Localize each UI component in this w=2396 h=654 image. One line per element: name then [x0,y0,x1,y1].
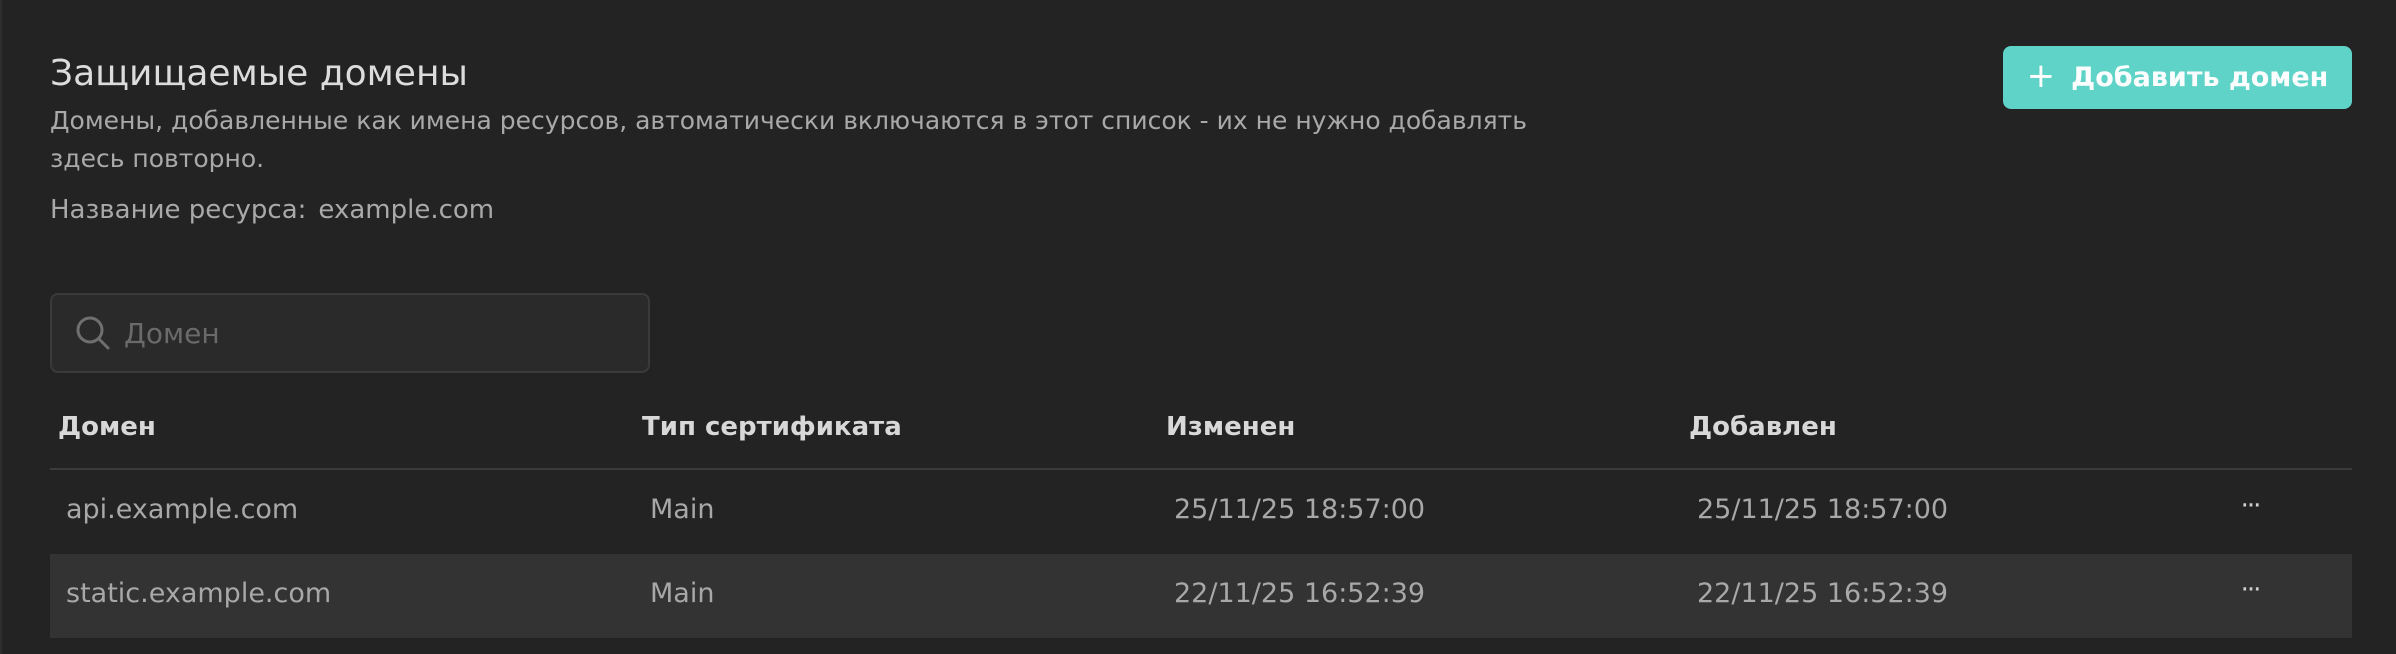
more-actions-icon[interactable]: ··· [2230,486,2270,526]
page-title: Защищаемые домены [50,53,468,94]
table-row[interactable]: api.example.com Main 25/11/25 18:57:00 2… [50,470,2352,554]
column-header-modified[interactable]: Изменен [1166,412,1295,442]
column-header-added[interactable]: Добавлен [1689,412,1837,442]
search-icon [76,316,110,350]
column-header-cert-type[interactable]: Тип сертификата [642,412,902,442]
table-header: Домен Тип сертификата Изменен Добавлен [50,400,2352,470]
cell-cert-type: Main [650,494,715,525]
domain-search-box[interactable] [50,293,650,373]
resource-name-label: Название ресурса: [50,195,307,225]
cell-cert-type: Main [650,578,715,609]
cell-modified: 25/11/25 18:57:00 [1174,494,1426,525]
more-actions-icon[interactable]: ··· [2230,570,2270,610]
column-header-domain[interactable]: Домен [58,412,156,442]
cell-added: 25/11/25 18:57:00 [1697,494,1949,525]
protected-domains-page: Защищаемые домены Домены, добавленные ка… [0,0,2396,654]
domain-search-input[interactable] [124,316,644,350]
cell-added: 22/11/25 16:52:39 [1697,578,1949,609]
resource-name: Название ресурса: example.com [50,192,494,228]
domains-table: Домен Тип сертификата Изменен Добавлен a… [50,400,2352,638]
add-domain-button-label: Добавить домен [2071,62,2329,93]
plus-icon: + [2026,56,2056,96]
add-domain-button[interactable]: + Добавить домен [2003,46,2352,109]
page-description: Домены, добавленные как имена ресурсов, … [50,106,1527,173]
table-row[interactable]: static.example.com Main 22/11/25 16:52:3… [50,554,2352,638]
left-border [0,0,2,654]
cell-modified: 22/11/25 16:52:39 [1174,578,1426,609]
cell-domain: static.example.com [66,578,332,609]
cell-domain: api.example.com [66,494,299,525]
resource-name-value: example.com [318,195,495,225]
